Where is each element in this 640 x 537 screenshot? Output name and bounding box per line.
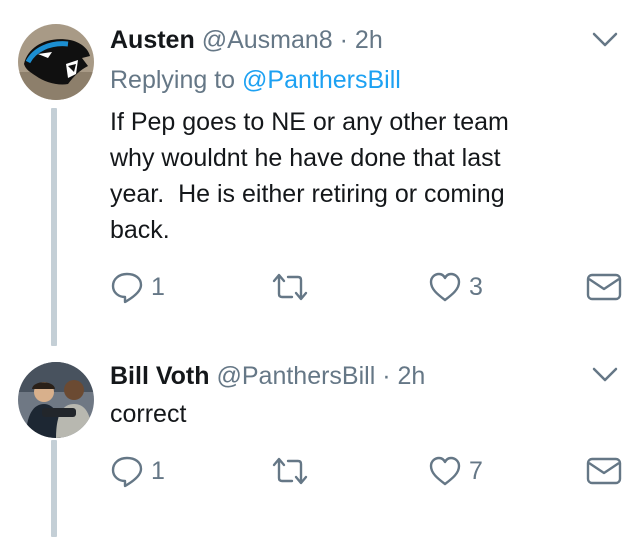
tweet[interactable]: Bill Voth @PanthersBill · 2h correct 1 7 [0, 340, 640, 537]
like-button[interactable]: 7 [428, 453, 483, 489]
display-name[interactable]: Bill Voth [110, 362, 210, 390]
tweet-menu-button[interactable] [592, 367, 618, 383]
heart-icon [429, 272, 461, 302]
timestamp[interactable]: 2h [355, 26, 383, 54]
user-handle[interactable]: @PanthersBill [216, 362, 375, 390]
heart-icon [429, 456, 461, 486]
direct-message-button[interactable] [586, 269, 622, 305]
panther-logo-avatar-image [18, 24, 94, 100]
thread-connector-line [51, 440, 57, 537]
reply-icon [111, 456, 143, 488]
tweet-text-line: If Pep goes to NE or any other team [110, 108, 509, 136]
separator-dot: · [339, 26, 348, 54]
retweet-button[interactable] [270, 269, 317, 305]
tweet-text-line: year. He is either retiring or coming [110, 180, 505, 208]
tweet-actions: 1 3 [110, 269, 622, 305]
avatar[interactable] [18, 24, 94, 100]
tweet-header: Austen @Ausman8 · 2h [110, 24, 580, 56]
tweet-text: If Pep goes to NE or any other team why … [110, 104, 600, 248]
replying-to-label: Replying to [110, 66, 243, 94]
reply-icon [111, 272, 143, 304]
direct-message-icon [586, 457, 622, 485]
tweet[interactable]: Austen @Ausman8 · 2h Replying to @Panthe… [0, 0, 640, 346]
retweet-icon [272, 457, 308, 485]
tweet-text-line: correct [110, 400, 187, 428]
reply-button[interactable]: 1 [110, 269, 165, 305]
like-button[interactable]: 3 [428, 269, 483, 305]
tweet-text: correct [110, 396, 600, 432]
replying-to: Replying to @PanthersBill [110, 64, 401, 96]
direct-message-button[interactable] [586, 453, 622, 489]
thread-connector-line [51, 108, 57, 346]
display-name[interactable]: Austen [110, 26, 195, 54]
chevron-down-icon [592, 32, 618, 47]
tweet-header: Bill Voth @PanthersBill · 2h [110, 360, 580, 392]
like-count: 3 [469, 272, 483, 301]
separator-dot: · [382, 362, 391, 390]
tweet-text-line: why wouldnt he have done that last [110, 144, 501, 172]
reply-count: 1 [151, 456, 165, 485]
profile-photo-avatar-image [18, 362, 94, 438]
avatar[interactable] [18, 362, 94, 438]
direct-message-icon [586, 273, 622, 301]
tweet-menu-button[interactable] [592, 32, 618, 48]
replying-to-mention-link[interactable]: @PanthersBill [242, 66, 401, 94]
like-count: 7 [469, 456, 483, 485]
reply-count: 1 [151, 272, 165, 301]
retweet-button[interactable] [270, 453, 317, 489]
user-handle[interactable]: @Ausman8 [202, 26, 333, 54]
reply-button[interactable]: 1 [110, 453, 165, 489]
retweet-icon [272, 273, 308, 301]
tweet-actions: 1 7 [110, 453, 622, 489]
timestamp[interactable]: 2h [398, 362, 426, 390]
chevron-down-icon [592, 367, 618, 382]
tweet-text-line: back. [110, 216, 170, 244]
